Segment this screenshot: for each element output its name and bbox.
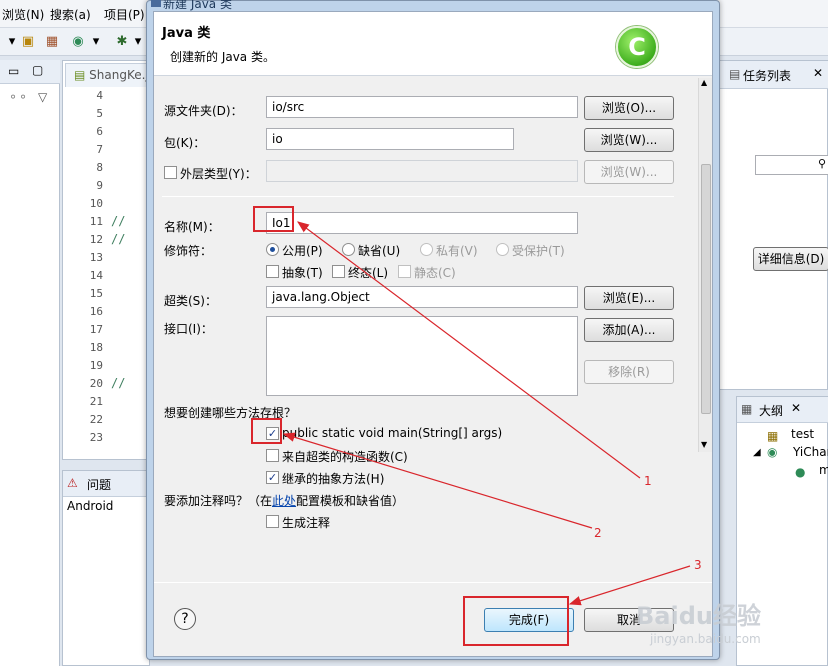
annotation-label-2: 2 xyxy=(594,526,602,540)
arrow-2 xyxy=(282,432,593,529)
annotation-label-3: 3 xyxy=(694,558,702,572)
annotation-label-1: 1 xyxy=(644,474,652,488)
baidu-watermark: Baidu经验 xyxy=(636,602,761,630)
baidu-watermark-url: jingyan.baidu.com xyxy=(650,632,761,646)
arrow-1 xyxy=(297,221,641,479)
annotation-arrows xyxy=(282,221,691,606)
